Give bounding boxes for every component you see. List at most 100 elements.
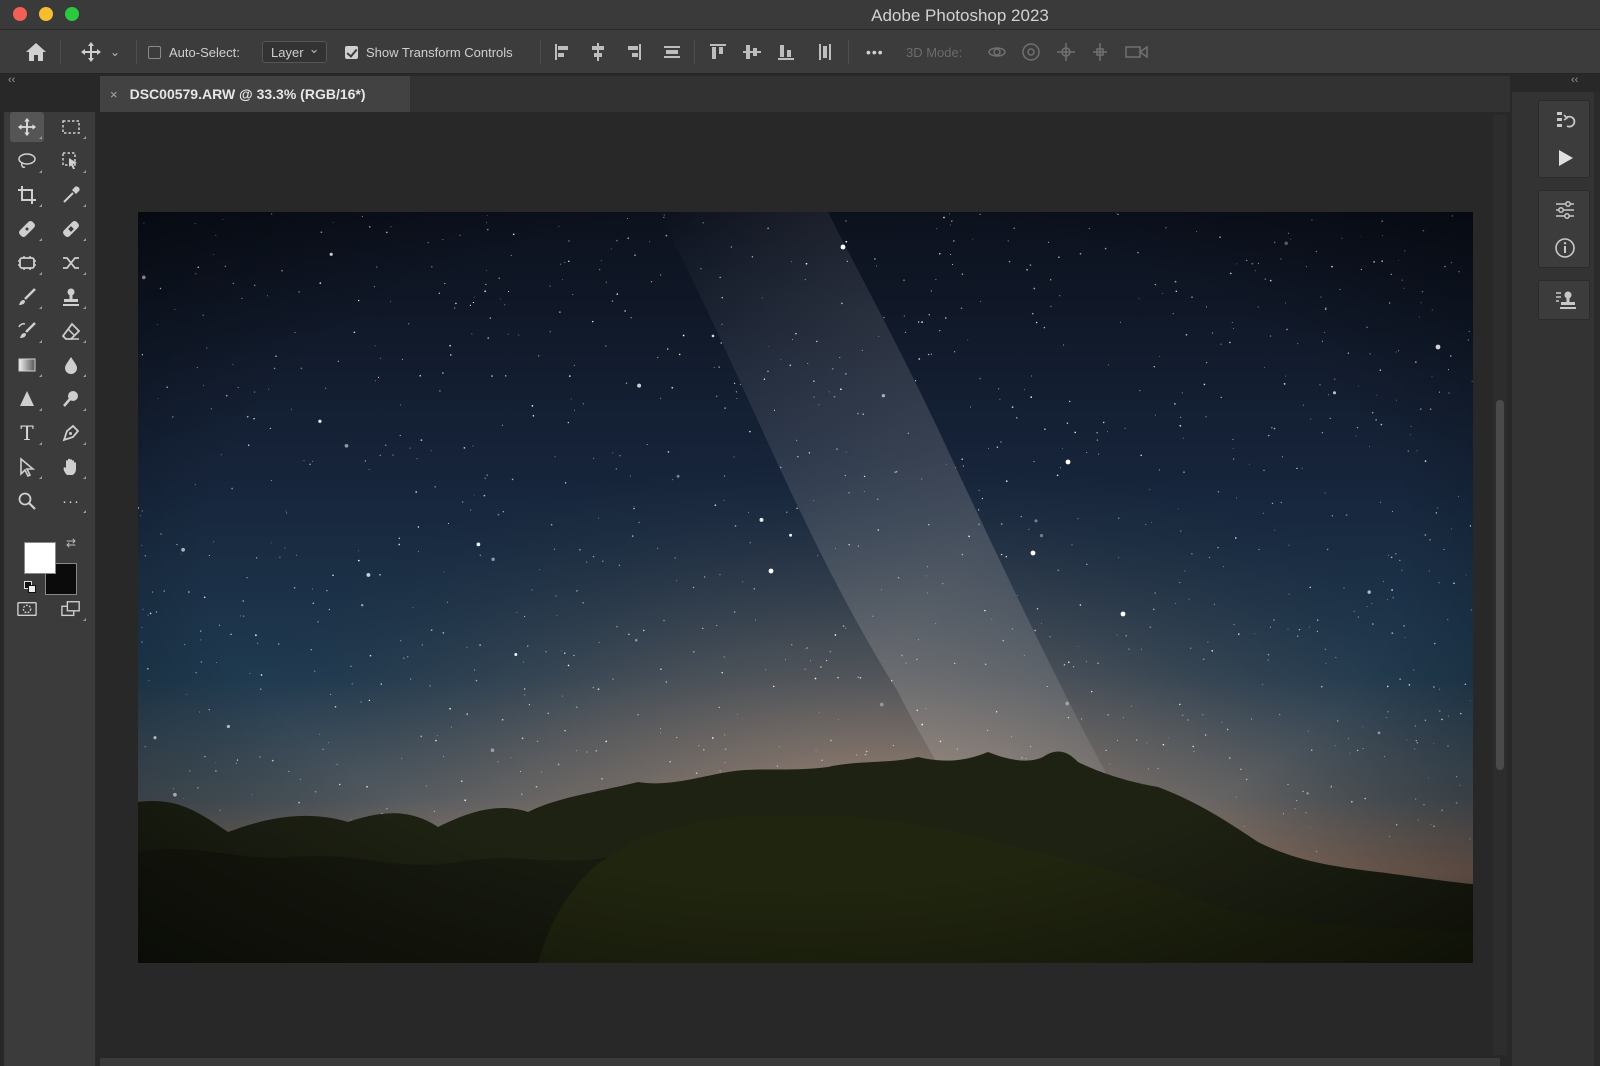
show-transform-label: Show Transform Controls [366, 44, 513, 60]
align-horizontal-center-button[interactable] [588, 30, 608, 74]
path-selection-tool[interactable] [10, 452, 44, 482]
type-tool[interactable]: T [10, 418, 44, 448]
slide-3d-icon [1093, 43, 1107, 61]
foreground-color-swatch[interactable] [24, 542, 56, 574]
arrow-pointer-icon [20, 457, 36, 477]
document-tab-label: DSC00579.ARW @ 33.3% (RGB/16*) [129, 86, 366, 102]
eraser-tool[interactable] [54, 316, 88, 346]
actions-panel-button[interactable] [1539, 139, 1591, 177]
dodge-tool[interactable] [54, 384, 88, 414]
align-bottom-edges-icon [778, 45, 794, 60]
clone-source-group [1538, 280, 1590, 320]
eyedropper-icon [63, 186, 80, 203]
scrollbar-thumb[interactable] [1496, 400, 1504, 770]
patch-tool[interactable] [10, 248, 44, 278]
spot-healing-brush-tool[interactable] [10, 214, 44, 244]
distribute-horizontally-icon [819, 44, 831, 60]
crop-tool[interactable] [10, 180, 44, 210]
document-tab[interactable]: × DSC00579.ARW @ 33.3% (RGB/16*) [100, 76, 410, 112]
hand-tool[interactable] [54, 452, 88, 482]
screen-mode-button[interactable] [54, 594, 88, 624]
quick-mask-icon [17, 601, 37, 617]
clone-source-panel-button[interactable] [1539, 281, 1591, 319]
bandage-icon [63, 221, 79, 237]
gradient-icon [18, 358, 36, 372]
shuffle-icon [63, 257, 79, 269]
lasso-tool[interactable] [10, 146, 44, 176]
document-tab-bar: × DSC00579.ARW @ 33.3% (RGB/16*) [100, 76, 1510, 112]
history-brush-tool[interactable] [10, 316, 44, 346]
info-panel-button[interactable] [1539, 229, 1591, 267]
rectangular-marquee-tool[interactable] [54, 112, 88, 142]
triangle-icon [20, 391, 34, 406]
show-transform-checkbox[interactable] [345, 45, 358, 59]
align-bottom-button[interactable] [776, 30, 796, 74]
spot-healing-icon [19, 221, 35, 237]
align-left-button[interactable] [553, 30, 573, 74]
document-workspace [100, 112, 1512, 1066]
zoom-tool[interactable] [10, 486, 44, 516]
blur-tool[interactable] [54, 350, 88, 380]
move-tool-icon [81, 42, 101, 62]
pen-tool[interactable] [54, 418, 88, 448]
home-button[interactable] [24, 30, 48, 74]
adjustments-panel-button[interactable] [1539, 191, 1591, 229]
tools-panel: T ··· ⇄ [4, 112, 96, 1066]
lasso-icon [18, 153, 36, 168]
drag-3d-button[interactable] [1055, 30, 1077, 74]
auto-select-target-select[interactable]: Layer [262, 41, 327, 63]
object-selection-tool[interactable] [54, 146, 88, 176]
auto-select-checkbox[interactable] [148, 45, 161, 59]
document-canvas[interactable] [138, 212, 1473, 963]
distribute-vertical-button[interactable] [662, 30, 682, 74]
chevron-down-icon: ⌄ [110, 45, 121, 59]
vertical-scrollbar[interactable] [1493, 115, 1507, 1055]
edit-toolbar-button[interactable]: ··· [54, 486, 88, 516]
collapse-panels-button[interactable]: ‹‹ [1571, 74, 1578, 86]
adjustments-info-group [1538, 190, 1590, 268]
more-options-button[interactable]: ••• [866, 30, 884, 74]
options-bar: ⌄ Auto-Select: Layer Show Transform Cont… [0, 30, 1600, 74]
close-document-icon[interactable]: × [110, 87, 118, 102]
sharpen-tool[interactable] [10, 384, 44, 414]
align-left-edges-icon [555, 44, 568, 60]
align-top-button[interactable] [708, 30, 728, 74]
auto-select-target-dropdown[interactable]: Layer [262, 30, 327, 74]
zoom-icon [18, 492, 36, 510]
crop-icon [18, 186, 36, 204]
pasteboard[interactable] [100, 112, 1512, 1066]
show-transform-controls-toggle[interactable]: Show Transform Controls [345, 30, 513, 74]
quick-mask-button[interactable] [10, 594, 44, 624]
collapse-toolbar-button[interactable]: ‹‹ [8, 74, 15, 86]
align-vertical-center-button[interactable] [742, 30, 762, 74]
tool-preset-picker[interactable]: ⌄ [80, 30, 120, 74]
move-tool[interactable] [10, 112, 44, 142]
divider [60, 40, 61, 64]
divider [694, 40, 695, 64]
scale-3d-button[interactable] [1124, 30, 1150, 74]
default-colors-icon[interactable] [24, 581, 36, 593]
3d-mode-label: 3D Mode: [906, 44, 963, 60]
eyedropper-tool[interactable] [54, 180, 88, 210]
pen-icon [62, 424, 80, 442]
align-right-button[interactable] [623, 30, 643, 74]
clone-source-icon [1556, 291, 1576, 309]
brush-tool[interactable] [10, 282, 44, 312]
panel-edge [1594, 92, 1600, 1066]
clone-stamp-tool[interactable] [54, 282, 88, 312]
orbit-3d-button[interactable] [986, 30, 1008, 74]
screen-mode-icon [61, 601, 80, 617]
align-vertical-centers-icon [743, 45, 761, 59]
eraser-icon [61, 322, 81, 340]
gradient-tool[interactable] [10, 350, 44, 380]
slide-3d-button[interactable] [1089, 30, 1111, 74]
content-aware-move-tool[interactable] [54, 248, 88, 278]
swap-colors-icon[interactable]: ⇄ [66, 536, 76, 550]
healing-brush-tool[interactable] [54, 214, 88, 244]
roll-3d-button[interactable] [1020, 30, 1042, 74]
distribute-horizontal-button[interactable] [815, 30, 835, 74]
hand-icon [63, 458, 76, 475]
history-panel-button[interactable] [1539, 101, 1591, 139]
auto-select-toggle[interactable]: Auto-Select: [148, 30, 240, 74]
home-icon [26, 43, 46, 61]
